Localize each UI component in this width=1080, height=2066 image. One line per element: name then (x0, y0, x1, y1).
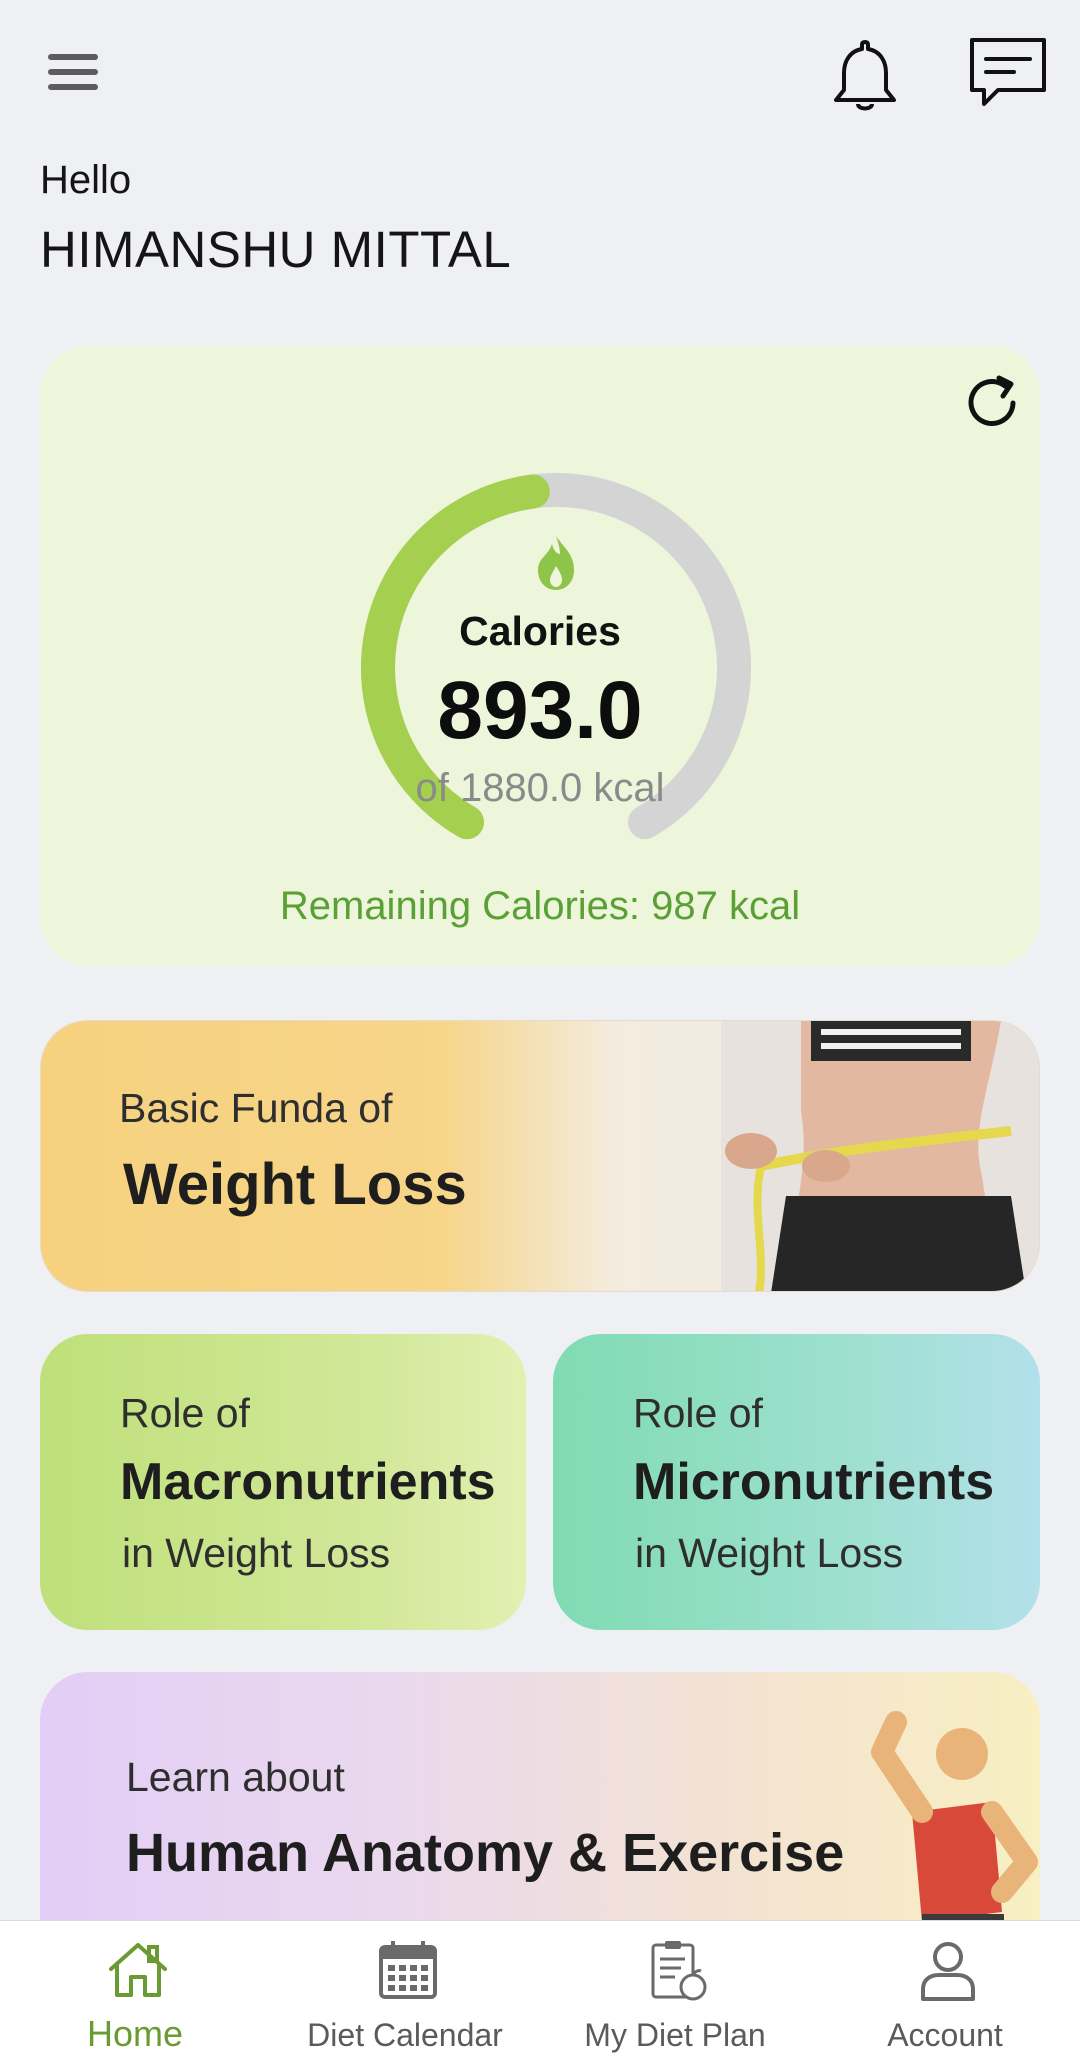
top-bar (0, 0, 1080, 150)
anatomy-line1: Learn about (126, 1754, 345, 1800)
chat-icon[interactable] (962, 30, 1052, 120)
micros-line3: in Weight Loss (635, 1530, 904, 1576)
calendar-icon (379, 1941, 437, 1999)
nav-account-label: Account (887, 2017, 1003, 2053)
nav-diet-calendar-label: Diet Calendar (307, 2017, 503, 2053)
user-name: HIMANSHU MITTAL (40, 221, 512, 278)
calories-consumed: 893.0 (437, 665, 643, 756)
bell-icon[interactable] (820, 30, 910, 120)
nav-home-label: Home (86, 2013, 184, 2054)
nav-my-diet-plan-label: My Diet Plan (584, 2017, 766, 2053)
refresh-icon[interactable] (955, 366, 1029, 440)
account-icon (921, 1942, 975, 2001)
calories-remaining: Remaining Calories: 987 kcal (279, 884, 801, 928)
calories-label: Calories (459, 608, 621, 654)
weight-loss-banner[interactable]: Basic Funda of Weight Loss (40, 1020, 1040, 1292)
macros-line3: in Weight Loss (122, 1530, 391, 1576)
micros-line1: Role of (633, 1390, 763, 1436)
nav-my-diet-plan[interactable]: My Diet Plan (540, 1921, 810, 2066)
calories-total: of 1880.0 kcal (415, 766, 665, 810)
greeting: Hello (40, 158, 132, 202)
micros-title: Micronutrients (633, 1453, 995, 1511)
weight-loss-title: Weight Loss (123, 1152, 467, 1217)
diet-plan-icon (651, 1941, 707, 2001)
home-icon (109, 1943, 167, 1997)
nav-account[interactable]: Account (810, 1921, 1080, 2066)
bottom-nav: Home Diet Calendar My Diet Plan Account (0, 1920, 1080, 2066)
menu-icon[interactable] (40, 42, 106, 102)
anatomy-title: Human Anatomy & Exercise (126, 1823, 845, 1883)
flame-icon (538, 536, 574, 590)
macronutrients-banner[interactable]: Role of Macronutrients in Weight Loss (40, 1334, 526, 1630)
nav-home[interactable]: Home (0, 1921, 270, 2066)
micronutrients-banner[interactable]: Role of Micronutrients in Weight Loss (553, 1334, 1040, 1630)
calories-card: Calories 893.0 of 1880.0 kcal Remaining … (40, 346, 1040, 966)
waist-measure-image (721, 1021, 1039, 1291)
macros-line1: Role of (120, 1390, 250, 1436)
nav-diet-calendar[interactable]: Diet Calendar (270, 1921, 540, 2066)
macros-title: Macronutrients (120, 1453, 496, 1511)
weight-loss-line1: Basic Funda of (119, 1085, 393, 1131)
